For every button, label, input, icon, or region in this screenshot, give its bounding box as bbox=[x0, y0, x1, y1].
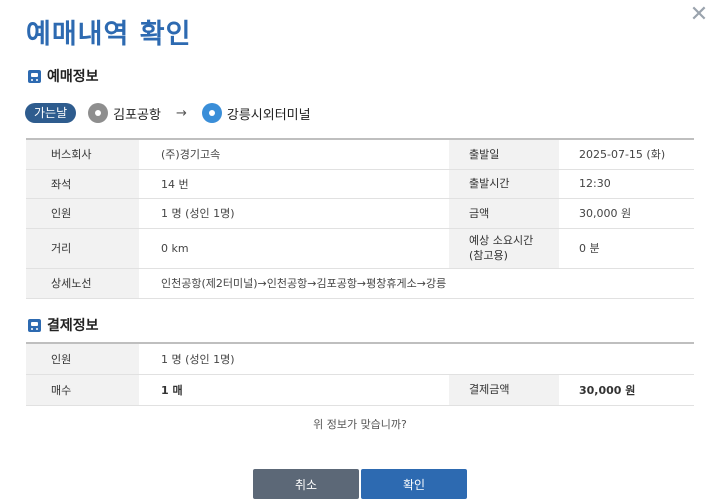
info-value: 0 km bbox=[139, 227, 449, 268]
info-value: 1 명 (성인 1명) bbox=[139, 197, 449, 228]
info-value: 2025-07-15 (화) bbox=[559, 138, 694, 169]
route-badge: 가는날 bbox=[25, 103, 77, 123]
info-value: 12:30 bbox=[559, 168, 694, 198]
route-destination: 강릉시외터미널 bbox=[226, 107, 311, 123]
table-row: 상세노선 인천공항(제2터미널)→인천공항→김포공항→평창휴게소→강릉 bbox=[26, 267, 694, 299]
origin-pin-icon bbox=[88, 103, 109, 123]
payment-section-title: 결제정보 bbox=[47, 318, 99, 334]
destination-pin-icon bbox=[201, 103, 222, 123]
dialog-title: 예매내역 확인 bbox=[26, 19, 192, 50]
detail-route-value: 인천공항(제2터미널)→인천공항→김포공항→평창휴게소→강릉 bbox=[139, 267, 694, 299]
info-value: 30,000 원 bbox=[559, 197, 694, 228]
bus-icon bbox=[28, 69, 41, 83]
info-value: 0 분 bbox=[559, 227, 694, 268]
route-arrow-icon: → bbox=[175, 105, 187, 121]
route-origin: 김포공항 bbox=[113, 107, 161, 123]
info-value: (주)경기고속 bbox=[139, 138, 449, 169]
info-label: 매수 bbox=[26, 373, 139, 406]
route-summary: 가는날 김포공항 → 강릉시외터미널 bbox=[25, 100, 311, 126]
bus-icon bbox=[28, 318, 41, 332]
info-label: 인원 bbox=[26, 342, 139, 374]
info-label: 상세노선 bbox=[26, 267, 139, 299]
booking-section-header: 예매정보 bbox=[28, 66, 99, 86]
table-row: 인원 1 명 (성인 1명) bbox=[26, 342, 694, 374]
info-label: 금액 bbox=[449, 197, 559, 228]
cancel-button[interactable]: 취소 bbox=[253, 469, 359, 499]
info-label: 인원 bbox=[26, 197, 139, 228]
info-label: 출발일 bbox=[449, 138, 559, 169]
payment-info-table: 인원 1 명 (성인 1명) 매수 1 매 결제금액 30,000 원 bbox=[26, 342, 694, 406]
info-value: 1 명 (성인 1명) bbox=[139, 342, 694, 374]
total-amount-value: 30,000 원 bbox=[559, 373, 694, 406]
confirm-button[interactable]: 확인 bbox=[361, 469, 467, 499]
info-label: 결제금액 bbox=[449, 373, 559, 406]
table-row: 버스회사 (주)경기고속 출발일 2025-07-15 (화) bbox=[26, 138, 694, 169]
info-label: 출발시간 bbox=[449, 168, 559, 198]
info-label: 좌석 bbox=[26, 168, 139, 198]
info-label: 예상 소요시간 (참고용) bbox=[449, 227, 559, 268]
info-value: 14 번 bbox=[139, 168, 449, 198]
table-row: 인원 1 명 (성인 1명) 금액 30,000 원 bbox=[26, 197, 694, 228]
ticket-count-value: 1 매 bbox=[139, 373, 449, 406]
table-row: 좌석 14 번 출발시간 12:30 bbox=[26, 168, 694, 198]
info-label: 거리 bbox=[26, 227, 139, 268]
confirm-question: 위 정보가 맞습니까? bbox=[313, 418, 407, 431]
booking-info-table: 버스회사 (주)경기고속 출발일 2025-07-15 (화) 좌석 14 번 … bbox=[26, 138, 694, 299]
info-label: 버스회사 bbox=[26, 138, 139, 169]
table-row: 거리 0 km 예상 소요시간 (참고용) 0 분 bbox=[26, 227, 694, 268]
booking-section-title: 예매정보 bbox=[47, 69, 99, 85]
table-row: 매수 1 매 결제금액 30,000 원 bbox=[26, 373, 694, 406]
close-icon[interactable]: ✕ bbox=[688, 4, 710, 26]
payment-section-header: 결제정보 bbox=[28, 315, 99, 335]
